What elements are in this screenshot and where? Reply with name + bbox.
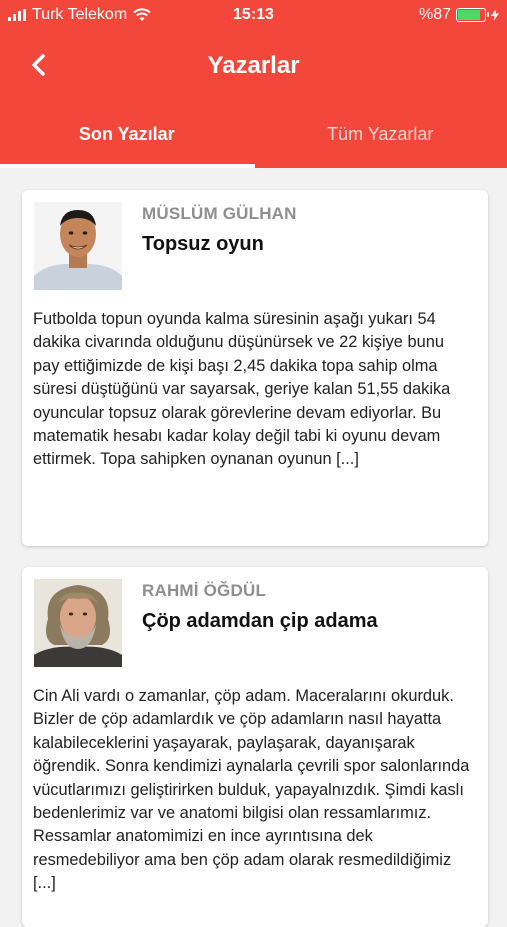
status-bar: Turk Telekom 15:13 %87 <box>0 0 507 30</box>
author-avatar <box>34 579 122 667</box>
battery-percent: %87 <box>419 6 451 24</box>
author-name: MÜSLÜM GÜLHAN <box>142 204 297 224</box>
author-name: RAHMİ ÖĞDÜL <box>142 581 266 601</box>
charging-icon <box>491 9 499 21</box>
page-title: Yazarlar <box>0 52 507 80</box>
author-avatar <box>34 202 122 290</box>
tab-tum-yazarlar[interactable]: Tüm Yazarlar <box>254 112 507 168</box>
article-title[interactable]: Topsuz oyun <box>142 233 264 256</box>
article-excerpt: Futbolda topun oyunda kalma süresinin aş… <box>33 308 474 472</box>
article-card[interactable]: RAHMİ ÖĞDÜL Çöp adamdan çip adama Cin Al… <box>22 567 488 927</box>
article-card[interactable]: MÜSLÜM GÜLHAN Topsuz oyun Futbolda topun… <box>22 190 488 546</box>
tab-bar: Son Yazılar Tüm Yazarlar <box>0 112 507 168</box>
article-title[interactable]: Çöp adamdan çip adama <box>142 610 378 633</box>
article-excerpt: Cin Ali vardı o zamanlar, çöp adam. Mace… <box>33 685 474 896</box>
app-header: Turk Telekom 15:13 %87 Yazarlar Son Yazı… <box>0 0 507 168</box>
battery-icon <box>456 8 486 22</box>
tab-son-yazilar[interactable]: Son Yazılar <box>0 112 254 168</box>
navigation-bar: Yazarlar <box>0 40 507 96</box>
active-tab-indicator <box>0 164 255 168</box>
